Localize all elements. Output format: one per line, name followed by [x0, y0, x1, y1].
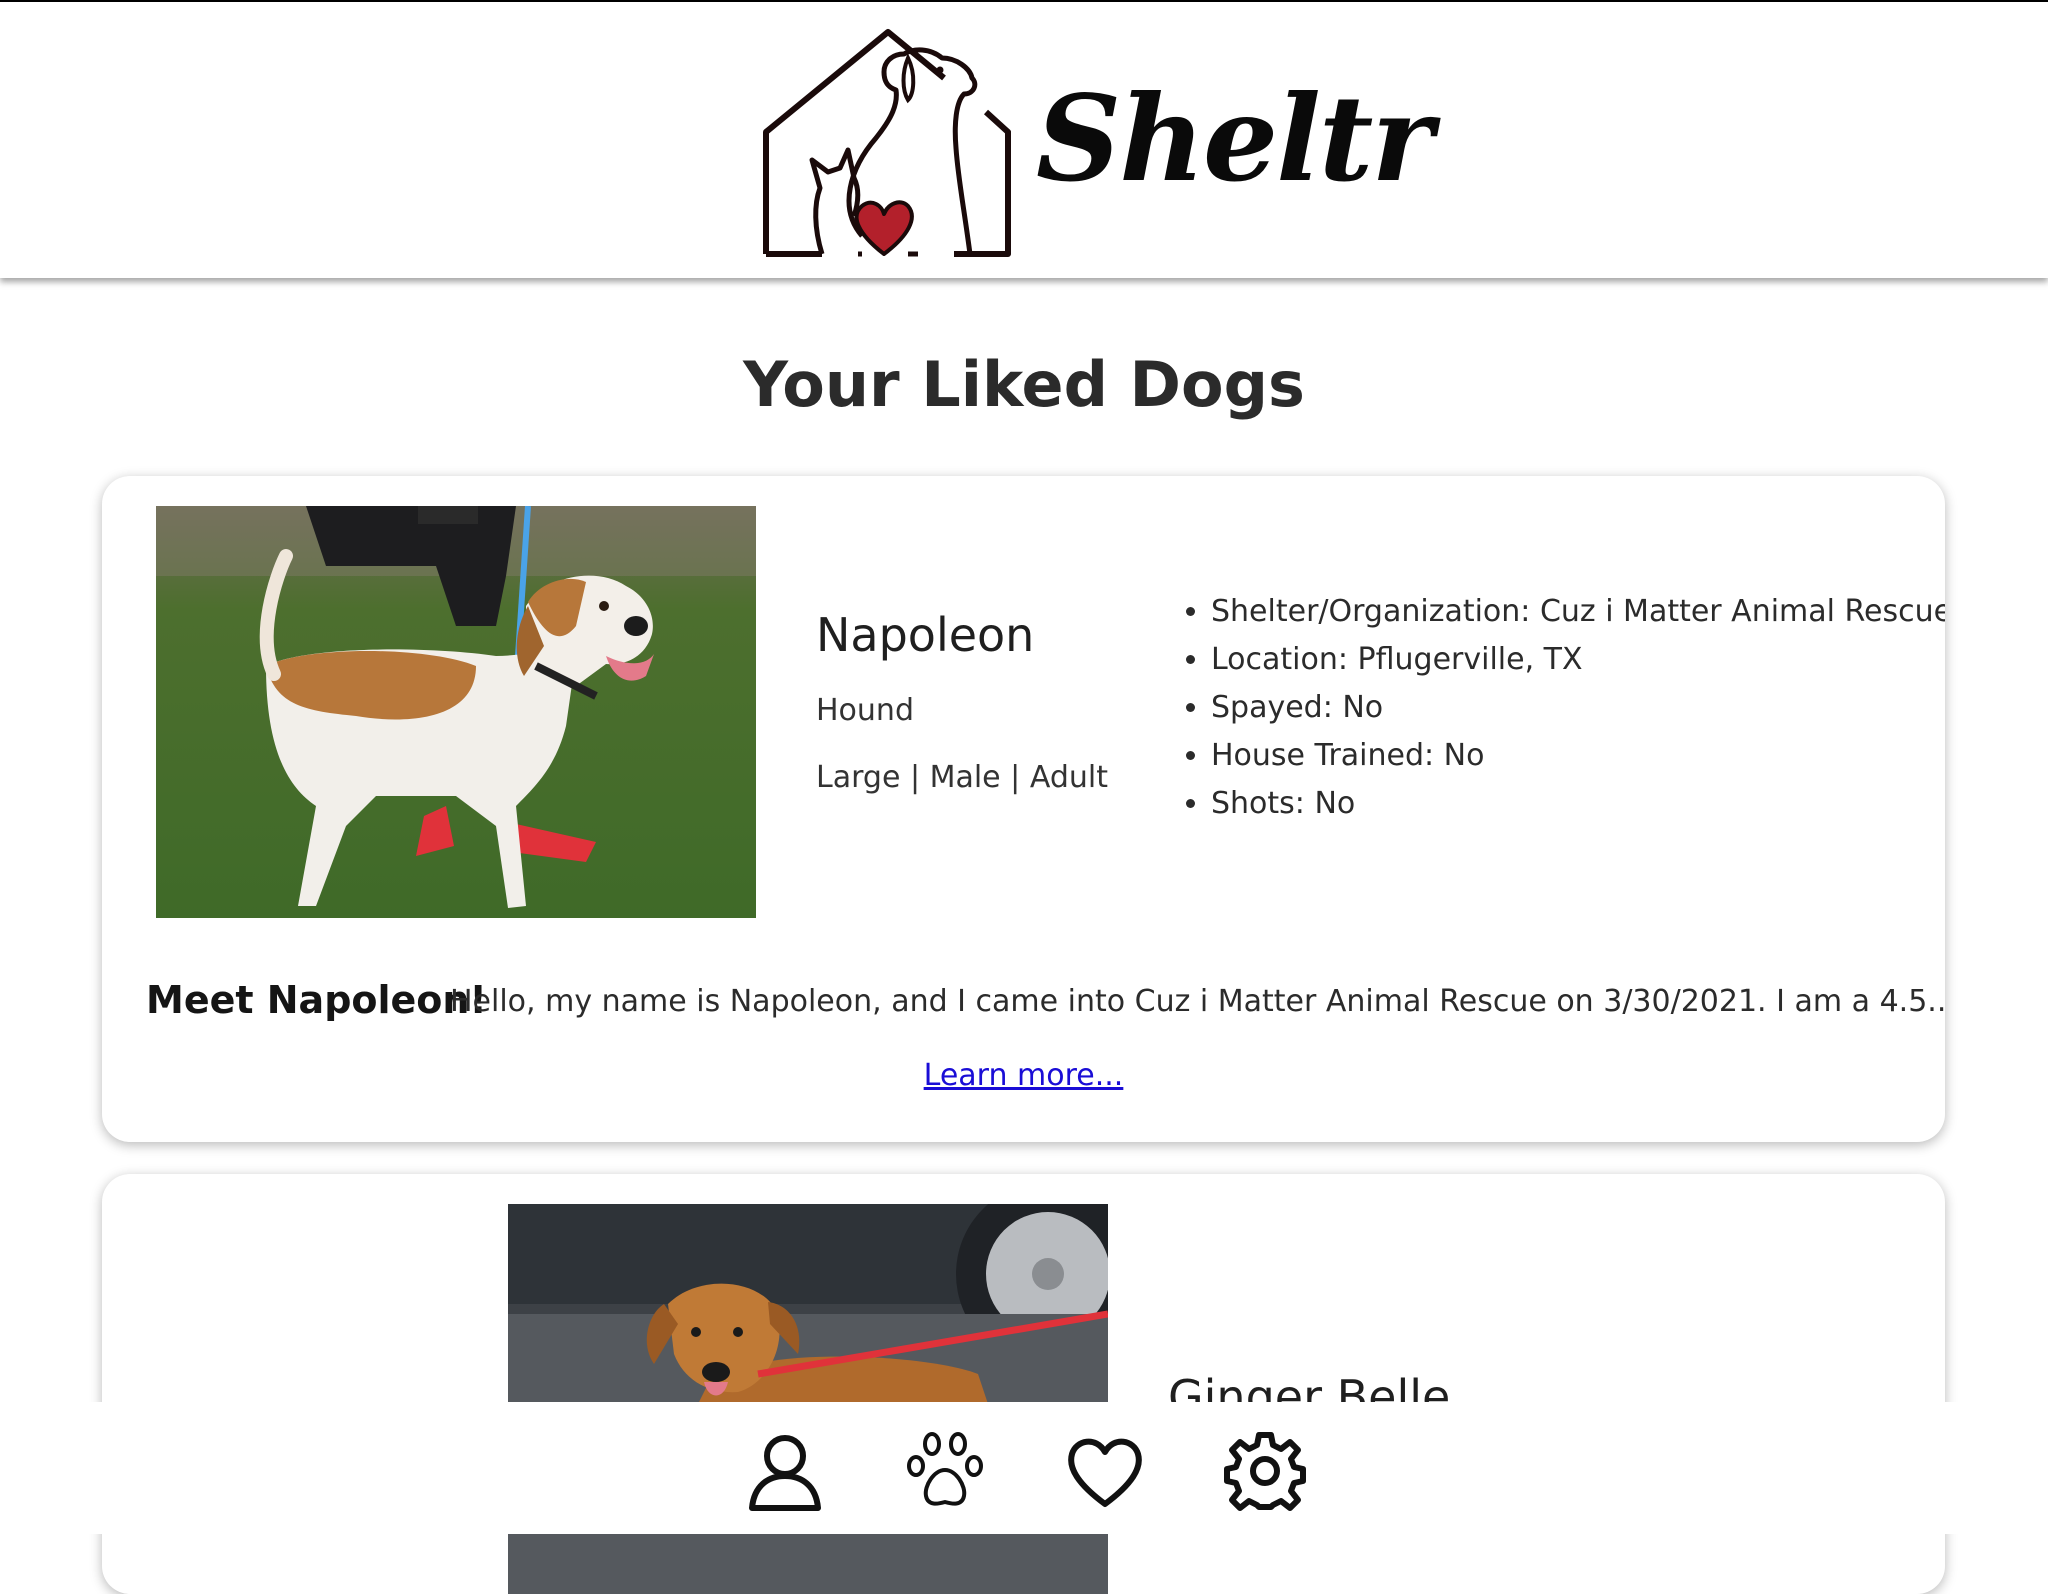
- learn-more-link[interactable]: Learn more...: [924, 1058, 1124, 1093]
- profile-icon: [749, 1435, 821, 1511]
- heart-icon: [1068, 1438, 1142, 1507]
- paw-icon: [907, 1432, 983, 1506]
- fact-location: Location: Pflugerville, TX: [1211, 636, 1945, 684]
- dog-photo[interactable]: [508, 1204, 1108, 1594]
- dog-description: Hello, my name is Napoleon, and I came i…: [450, 984, 1945, 1019]
- liked-nav-button[interactable]: [1064, 1430, 1146, 1512]
- learn-more-row: Learn more...: [102, 1058, 1945, 1093]
- gear-icon: [1224, 1432, 1306, 1511]
- dog-facts-list: Shelter/Organization: Cuz i Matter Anima…: [1171, 588, 1945, 828]
- fact-spayed: Spayed: No: [1211, 684, 1945, 732]
- fact-shots: Shots: No: [1211, 780, 1945, 828]
- profile-nav-button[interactable]: [744, 1430, 826, 1512]
- fact-shelter: Shelter/Organization: Cuz i Matter Anima…: [1211, 588, 1945, 636]
- app-header: Sheltr: [0, 2, 2048, 278]
- discover-nav-button[interactable]: [904, 1430, 986, 1512]
- page-title: Your Liked Dogs: [743, 348, 1305, 421]
- meet-heading: Meet Napoleon!: [146, 978, 487, 1022]
- dog-photo[interactable]: [156, 506, 756, 918]
- dog-breed: Hound: [816, 693, 914, 728]
- settings-nav-button[interactable]: [1224, 1430, 1306, 1512]
- bottom-nav: [0, 1402, 2048, 1534]
- sheltr-logo[interactable]: Sheltr: [758, 28, 1434, 260]
- dog-traits: Large | Male | Adult: [816, 760, 1108, 795]
- house-pet-logo-icon: [763, 29, 1011, 257]
- logo-wordmark: Sheltr: [1036, 69, 1434, 208]
- dog-name: Napoleon: [816, 608, 1035, 662]
- fact-house-trained: House Trained: No: [1211, 732, 1945, 780]
- dog-card[interactable]: Napoleon Hound Large | Male | Adult Shel…: [102, 476, 1945, 1142]
